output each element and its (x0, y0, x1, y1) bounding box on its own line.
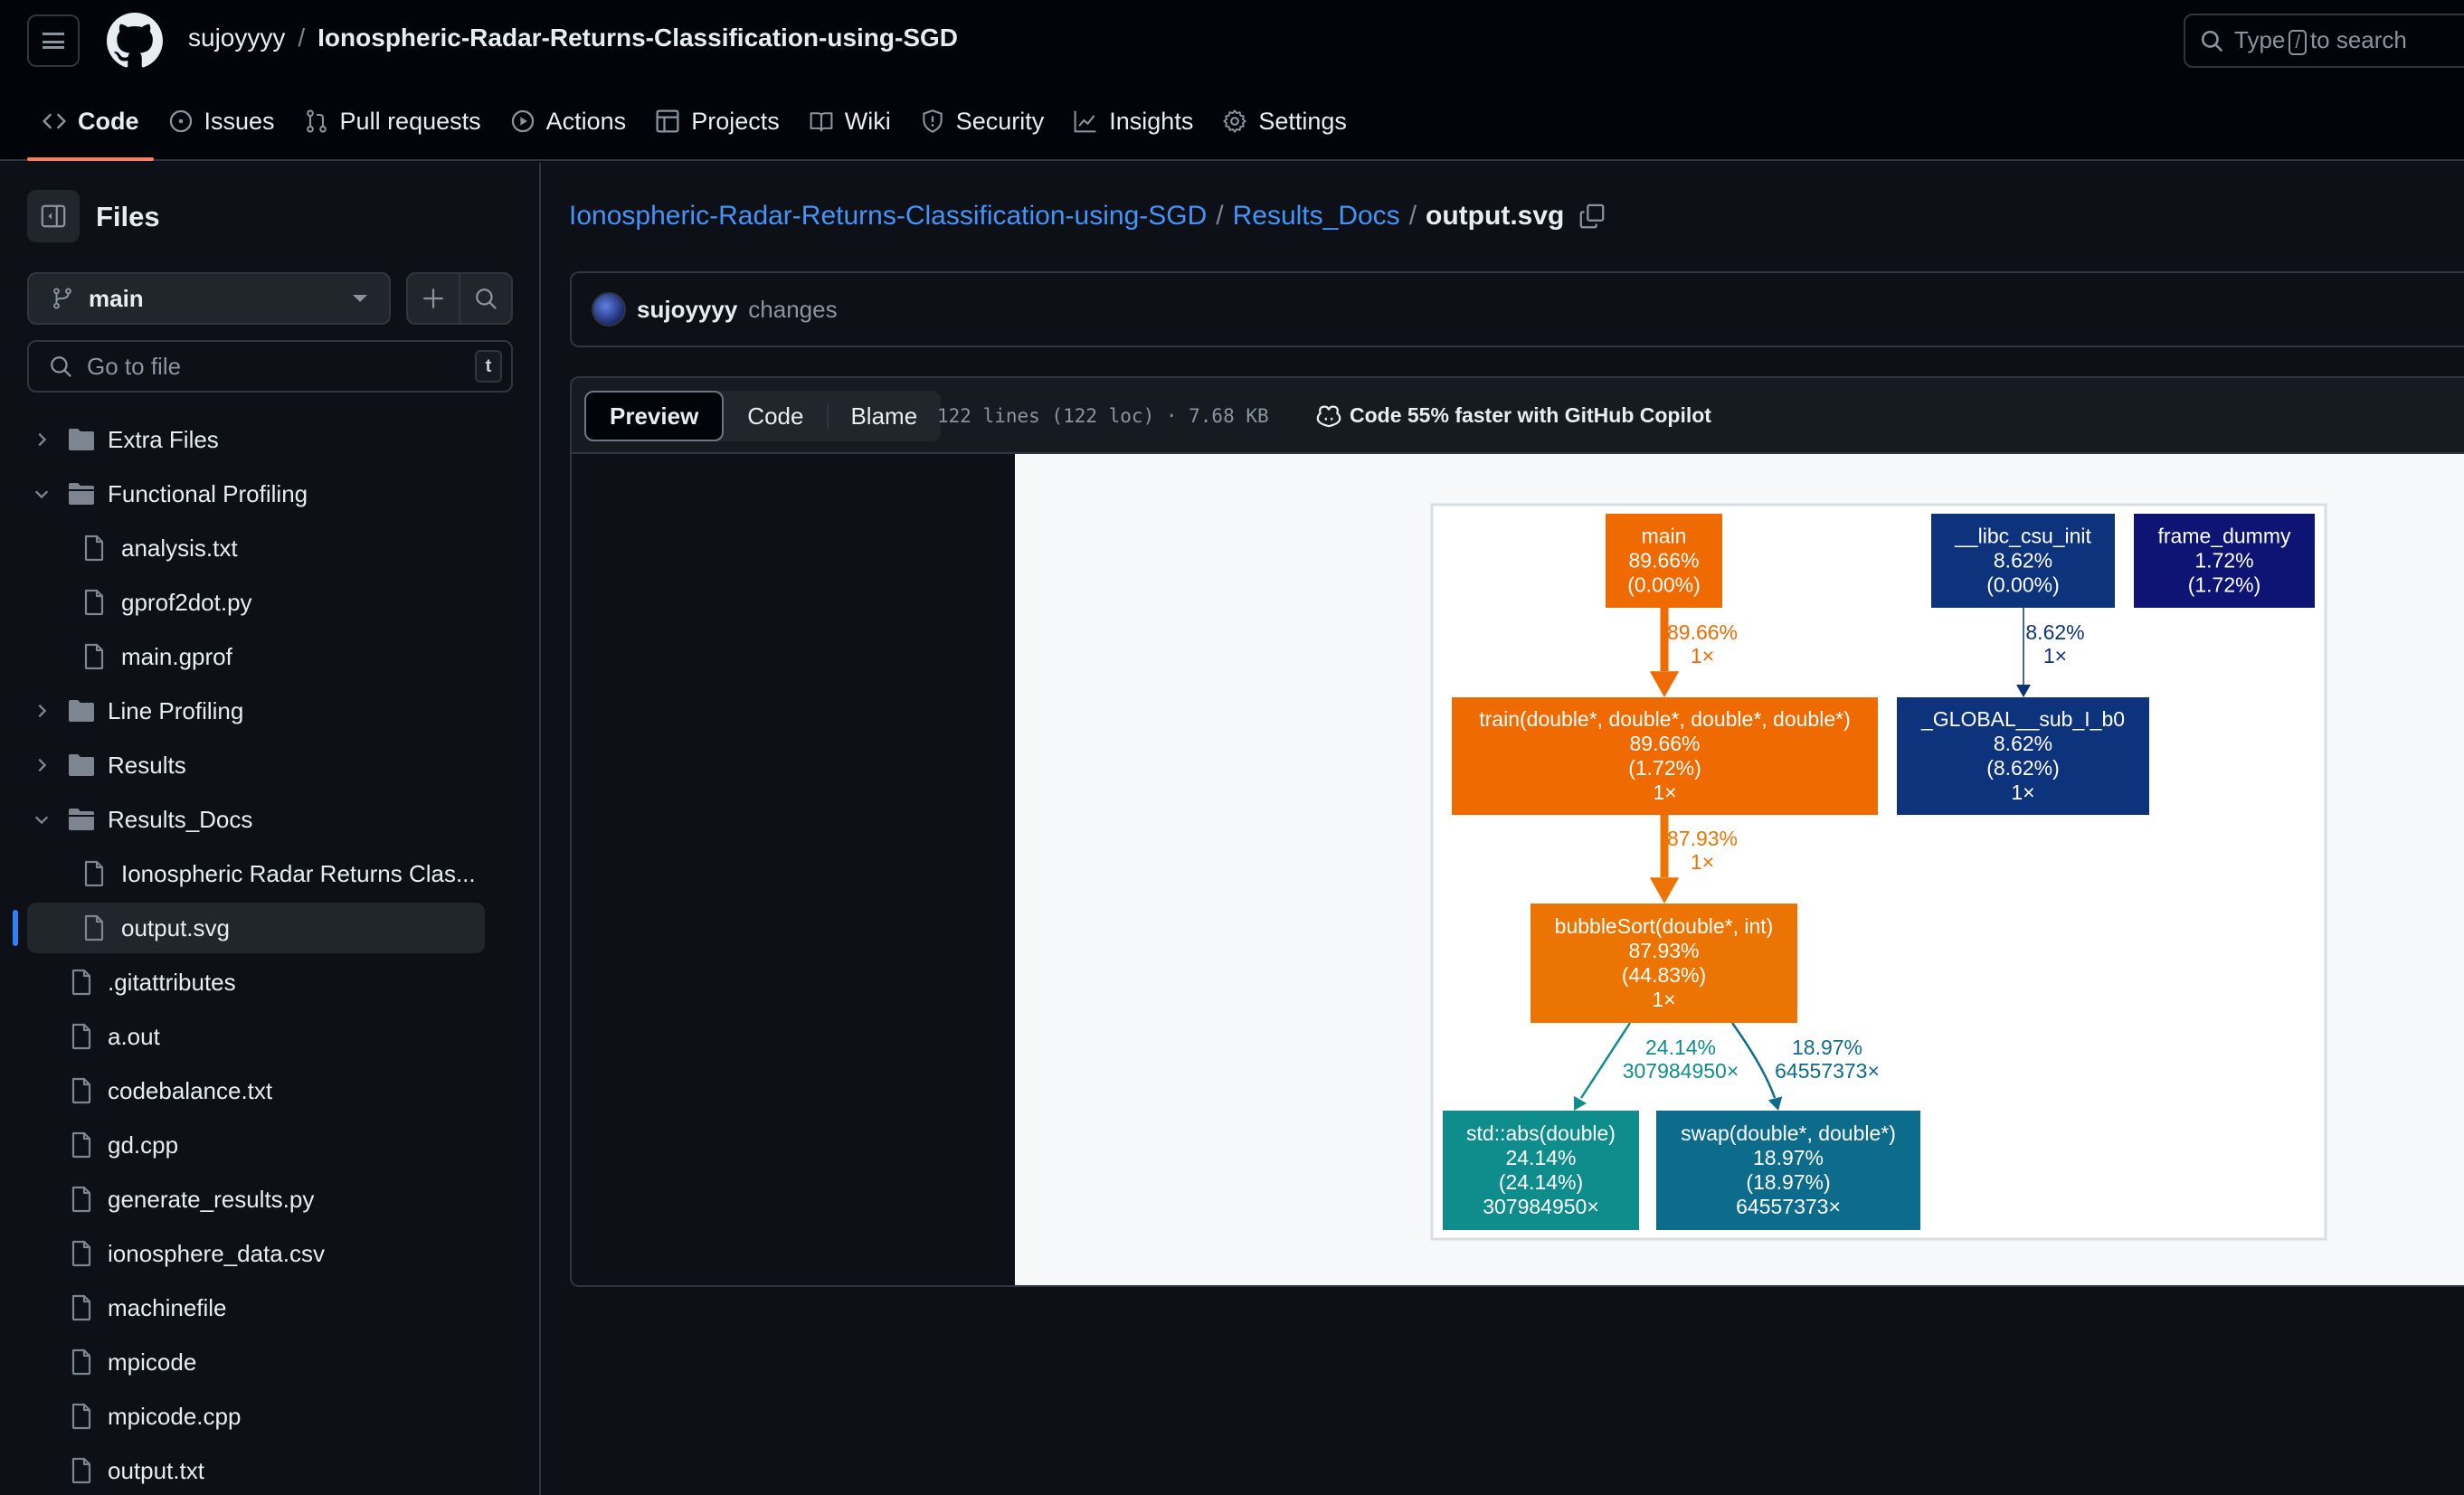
node-label: 89.66% (1629, 732, 1700, 755)
node-label: train(double*, double*, double*, double*… (1479, 707, 1850, 731)
node-label: 1.72% (2194, 549, 2253, 572)
node-label: 18.97% (1753, 1146, 1824, 1169)
node-label: (44.83%) (1622, 963, 1706, 987)
node-label: 1× (2011, 781, 2034, 804)
node-label: std::abs(double) (1466, 1121, 1616, 1145)
node-label: 8.62% (1994, 732, 2052, 755)
node-label: _GLOBAL__sub_I_b0 (1920, 707, 2125, 731)
node-label: (0.00%) (1627, 573, 1701, 597)
node-label: (1.72%) (2188, 573, 2261, 597)
call-node-main: main89.66%(0.00%) (1606, 514, 1722, 608)
node-label: frame_dummy (2158, 525, 2291, 548)
node-label: (0.00%) (1986, 573, 2060, 597)
edge-label: 1× (1691, 850, 1714, 874)
call-node-global_sub: _GLOBAL__sub_I_b08.62%(8.62%)1× (1897, 697, 2149, 815)
node-label: (18.97%) (1746, 1170, 1830, 1194)
call-node-bubbleSort: bubbleSort(double*, int)87.93%(44.83%)1× (1531, 904, 1797, 1023)
node-label: 1× (1652, 988, 1675, 1011)
edge-label: 24.14% (1645, 1036, 1716, 1059)
edge-label: 307984950× (1623, 1059, 1739, 1083)
node-label: (8.62%) (1986, 756, 2060, 780)
node-label: 87.93% (1628, 939, 1699, 962)
node-label: (24.14%) (1499, 1170, 1583, 1194)
node-label: main (1642, 525, 1687, 548)
node-label: swap(double*, double*) (1681, 1121, 1896, 1145)
node-label: 24.14% (1505, 1146, 1576, 1169)
edge-label: 1× (1691, 644, 1714, 667)
node-label: 307984950× (1483, 1195, 1599, 1218)
edge-label: 64557373× (1775, 1059, 1880, 1083)
node-label: 89.66% (1628, 549, 1699, 572)
edge-label: 8.62% (2025, 620, 2084, 644)
edge-label: 1× (2043, 644, 2067, 667)
node-label: (1.72%) (1628, 756, 1701, 780)
call-node-libc_csu_init: __libc_csu_init8.62%(0.00%) (1931, 514, 2115, 608)
edge-label: 87.93% (1667, 827, 1738, 850)
call-node-std_abs: std::abs(double)24.14%(24.14%)307984950× (1443, 1111, 1639, 1230)
node-label: __libc_csu_init (1954, 525, 2091, 548)
node-label: 1× (1653, 781, 1676, 804)
node-label: 64557373× (1736, 1195, 1841, 1218)
call-node-train: train(double*, double*, double*, double*… (1452, 697, 1878, 815)
node-label: 8.62% (1994, 549, 2052, 572)
edge-label: 89.66% (1667, 620, 1738, 644)
node-label: bubbleSort(double*, int) (1555, 914, 1774, 938)
call-node-swap: swap(double*, double*)18.97%(18.97%)6455… (1656, 1111, 1920, 1230)
edge-label: 18.97% (1792, 1036, 1862, 1059)
call-node-frame_dummy: frame_dummy1.72%(1.72%) (2134, 514, 2315, 608)
call-graph: 89.66%1×8.62%1×87.93%1×24.14%307984950×1… (1430, 503, 2327, 1241)
